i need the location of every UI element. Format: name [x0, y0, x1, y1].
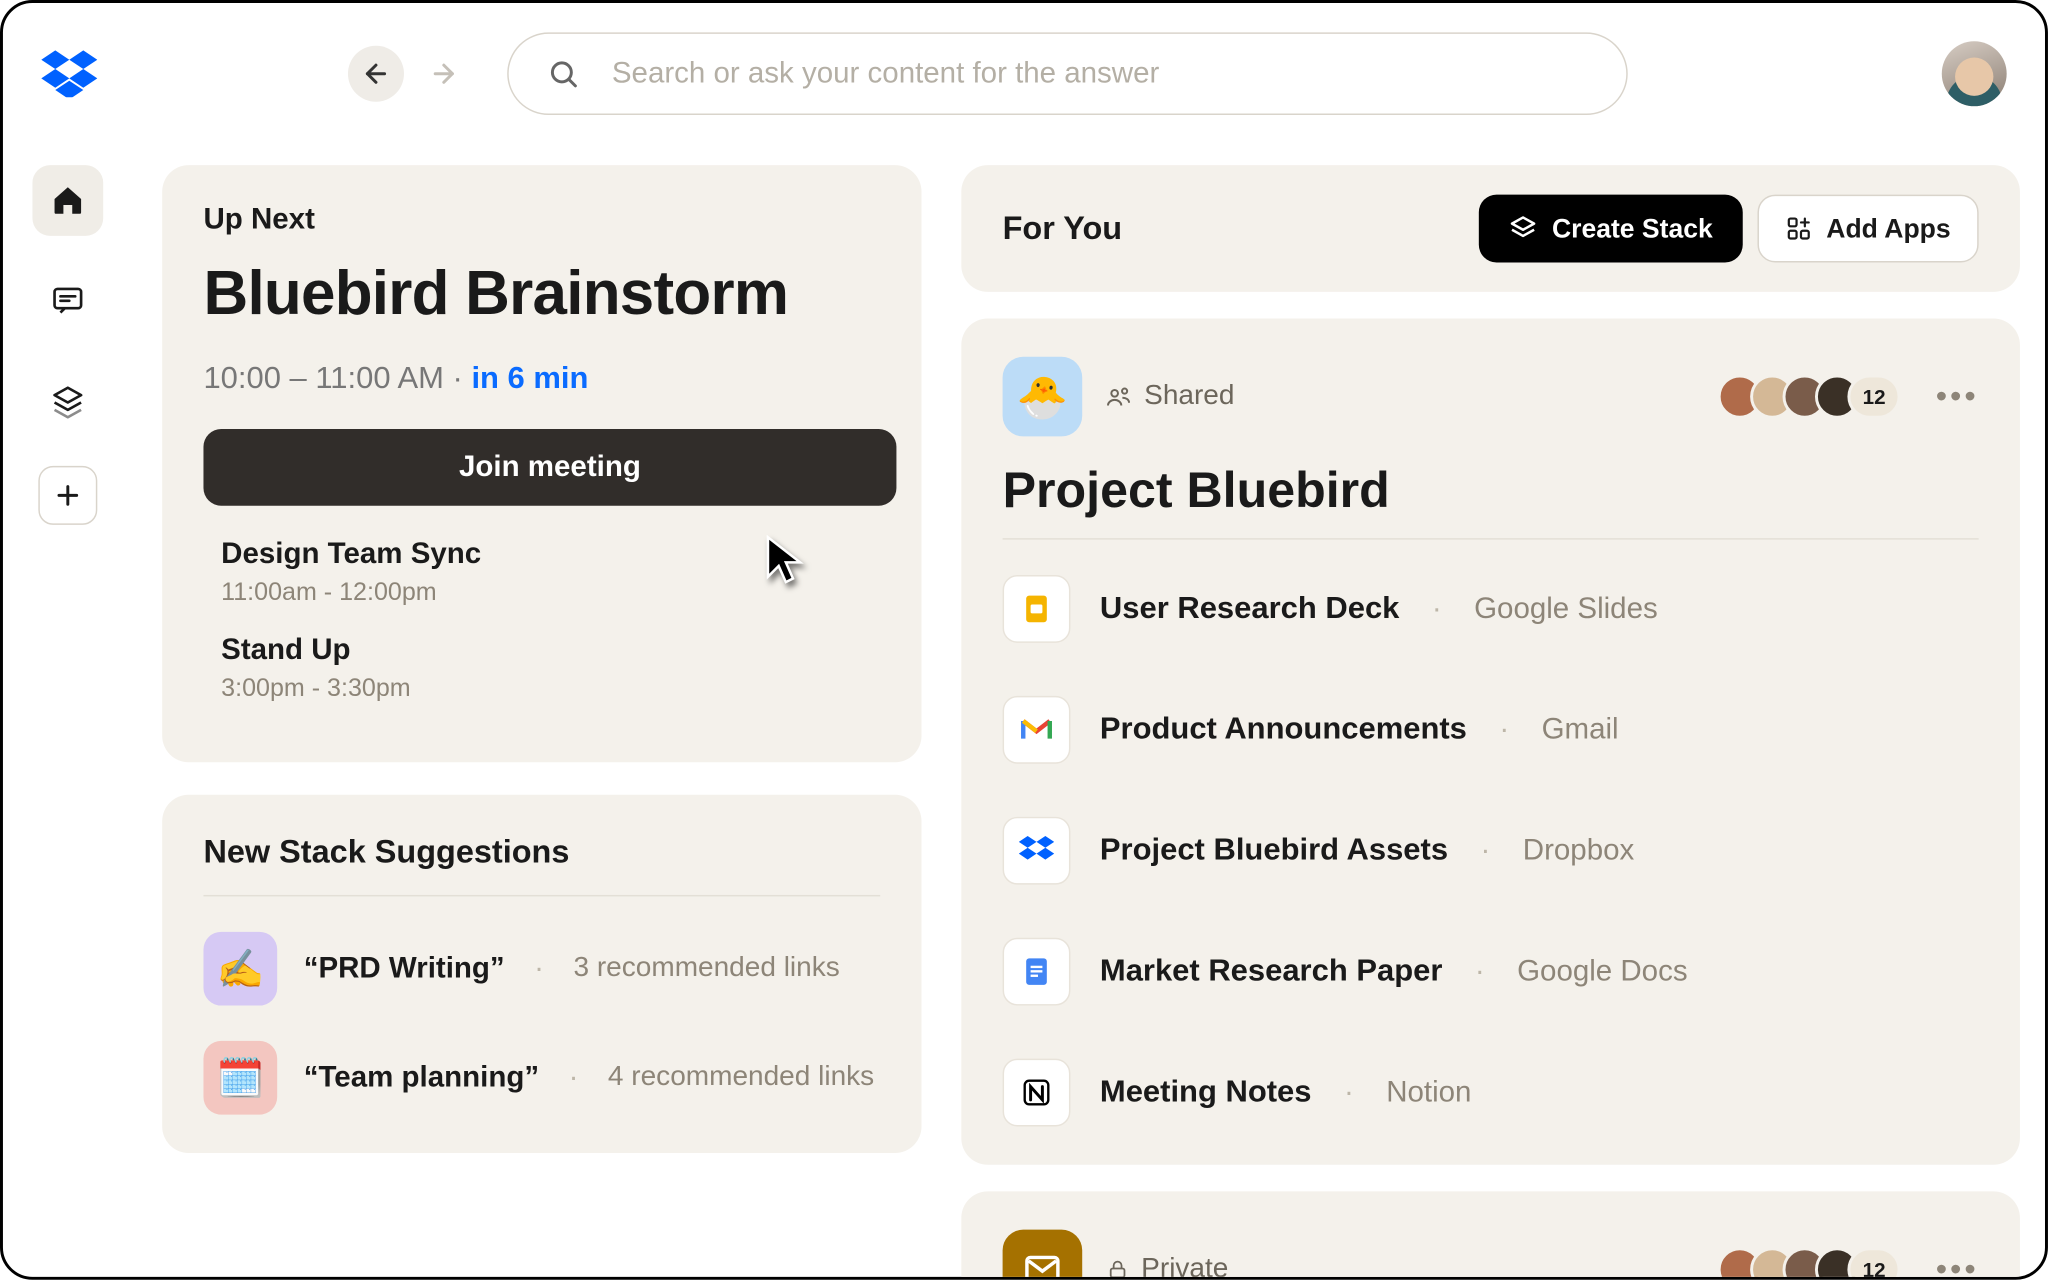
- more-menu-button[interactable]: •••: [1936, 377, 1979, 415]
- project-card: 🐣 Shared 12 ••• Project Bluebird: [961, 318, 2020, 1164]
- search-field[interactable]: [507, 32, 1628, 115]
- more-menu-button[interactable]: •••: [1936, 1250, 1979, 1279]
- suggestion-item[interactable]: ✍️ “PRD Writing” · 3 recommended links: [203, 914, 880, 1023]
- agenda-item[interactable]: Stand Up 3:00pm - 3:30pm: [221, 634, 880, 703]
- suggestions-card: New Stack Suggestions ✍️ “PRD Writing” ·…: [162, 795, 921, 1153]
- search-input[interactable]: [612, 57, 1588, 91]
- up-next-card: Up Next Bluebird Brainstorm 10:00 – 11:0…: [162, 165, 921, 762]
- nav-stacks[interactable]: [32, 366, 103, 437]
- apps-grid-icon: [1785, 215, 1812, 242]
- shared-label: Shared: [1106, 380, 1235, 412]
- private-card: Private 12 •••: [961, 1191, 2020, 1279]
- collab-overflow-count: 12: [1848, 374, 1900, 418]
- people-icon: [1106, 383, 1133, 410]
- notion-icon: [1003, 1059, 1071, 1127]
- up-next-time: 10:00 – 11:00 AM · in 6 min: [203, 361, 880, 396]
- up-next-eta: in 6 min: [471, 361, 588, 395]
- private-label: Private: [1106, 1253, 1229, 1280]
- for-you-header: For You Create Stack Add Apps: [961, 165, 2020, 292]
- nav-add-button[interactable]: [38, 466, 97, 525]
- nav-messages[interactable]: [32, 265, 103, 336]
- suggestion-item[interactable]: 🗓️ “Team planning” · 4 recommended links: [203, 1023, 880, 1132]
- dropbox-logo-icon: [41, 50, 97, 97]
- nav-home[interactable]: [32, 165, 103, 236]
- dropbox-icon: [1003, 817, 1071, 885]
- nav-rail: [29, 165, 106, 525]
- google-docs-icon: [1003, 938, 1071, 1006]
- collab-avatars[interactable]: 12: [1718, 1247, 1900, 1279]
- mail-app-icon: [1003, 1230, 1083, 1280]
- google-slides-icon: [1003, 575, 1071, 643]
- lock-icon: [1106, 1258, 1130, 1280]
- agenda-item[interactable]: Design Team Sync 11:00am - 12:00pm: [221, 538, 880, 607]
- nav-forward-button[interactable]: [416, 46, 472, 102]
- stack-icon: [1508, 214, 1537, 243]
- create-stack-button[interactable]: Create Stack: [1478, 195, 1742, 263]
- profile-avatar[interactable]: [1942, 41, 2007, 106]
- writing-hand-icon: ✍️: [203, 932, 277, 1006]
- doc-row[interactable]: Market Research Paper· Google Docs: [1003, 911, 1979, 1032]
- search-icon: [547, 58, 579, 90]
- up-next-kicker: Up Next: [203, 203, 880, 237]
- doc-row[interactable]: Meeting Notes· Notion: [1003, 1032, 1979, 1132]
- doc-row[interactable]: User Research Deck· Google Slides: [1003, 548, 1979, 669]
- nav-back-button[interactable]: [348, 46, 404, 102]
- gmail-icon: [1003, 696, 1071, 764]
- top-bar: [3, 3, 2045, 145]
- up-next-title: Bluebird Brainstorm: [203, 258, 880, 329]
- collab-overflow-count: 12: [1848, 1247, 1900, 1279]
- suggestions-title: New Stack Suggestions: [203, 833, 880, 896]
- for-you-title: For You: [1003, 209, 1123, 247]
- doc-row[interactable]: Product Announcements· Gmail: [1003, 669, 1979, 790]
- project-chick-icon: 🐣: [1003, 357, 1083, 437]
- join-meeting-button[interactable]: Join meeting: [203, 429, 896, 506]
- doc-row[interactable]: Project Bluebird Assets· Dropbox: [1003, 790, 1979, 911]
- project-title: Project Bluebird: [1003, 463, 1979, 521]
- collab-avatars[interactable]: 12: [1718, 374, 1900, 418]
- calendar-icon: 🗓️: [203, 1041, 277, 1115]
- add-apps-button[interactable]: Add Apps: [1757, 195, 1979, 263]
